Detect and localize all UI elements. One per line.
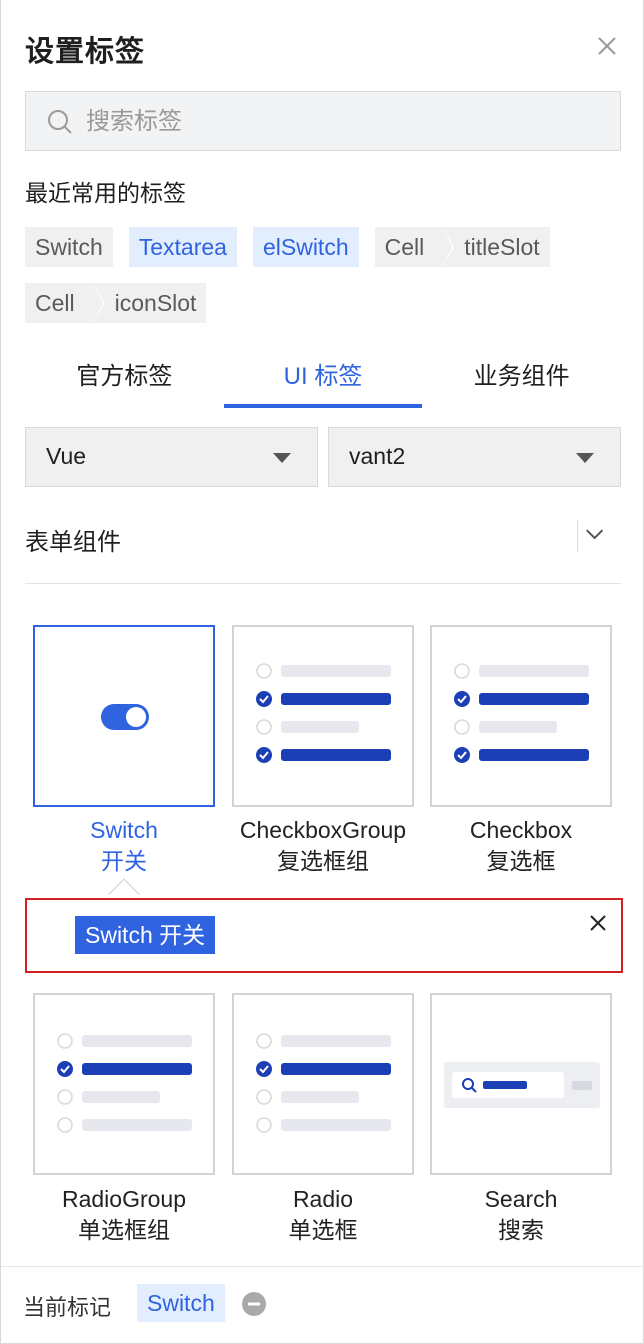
component-caption-search: Search 搜索 — [422, 1184, 620, 1246]
framework-select-value: Vue — [46, 443, 87, 469]
component-card-checkbox[interactable] — [430, 625, 612, 807]
radio-group-icon — [57, 1033, 192, 1133]
tab-official[interactable]: 官方标签 — [25, 352, 224, 408]
search-icon — [48, 110, 72, 134]
recent-tags-row-2: Cell iconSlot — [25, 283, 222, 323]
component-cn-name: 开关 — [101, 848, 147, 874]
recent-tag-cell-iconslot[interactable]: Cell iconSlot — [25, 283, 207, 323]
panel-title: 设置标签 — [25, 36, 146, 68]
component-name: CheckboxGroup — [239, 817, 407, 843]
checkbox-icon — [454, 663, 589, 763]
component-name: RadioGroup — [61, 1186, 187, 1212]
combo-child-label: titleSlot — [442, 227, 550, 267]
recent-tag-textarea[interactable]: Textarea — [128, 227, 237, 267]
component-card-switch[interactable] — [33, 625, 215, 807]
component-card-search[interactable] — [430, 993, 612, 1175]
current-mark-tag[interactable]: Switch — [137, 1284, 225, 1322]
caret-down-icon — [273, 453, 291, 463]
selected-component-detail: Switch 开关 — [25, 898, 623, 973]
component-caption-checkbox: Checkbox 复选框 — [422, 815, 620, 877]
selected-component-chip[interactable]: Switch 开关 — [75, 916, 216, 954]
recent-tags-title: 最近常用的标签 — [25, 180, 186, 206]
component-caption-switch: Switch 开关 — [25, 815, 223, 877]
component-name: Radio — [292, 1186, 354, 1212]
component-caption-radiogroup: RadioGroup 单选框组 — [25, 1184, 223, 1246]
component-cn-name: 单选框 — [288, 1217, 358, 1243]
component-cn-name: 复选框 — [486, 848, 556, 874]
component-caption-checkboxgroup: CheckboxGroup 复选框组 — [224, 815, 422, 877]
close-icon[interactable] — [591, 30, 623, 62]
tab-ui[interactable]: UI 标签 — [223, 352, 423, 408]
tag-settings-panel: 设置标签 最近常用的标签 Switch Textarea elSwitch Ce… — [0, 0, 644, 1344]
tag-category-tabs: 官方标签 UI 标签 业务组件 — [25, 352, 621, 408]
component-name: Checkbox — [469, 817, 573, 843]
section-title: 表单组件 — [25, 529, 121, 556]
recent-tag-elswitch[interactable]: elSwitch — [252, 227, 359, 267]
checkbox-group-icon — [256, 663, 391, 763]
library-select[interactable]: vant2 — [328, 427, 621, 487]
component-caption-radio: Radio 单选框 — [224, 1184, 422, 1246]
component-cn-name: 单选框组 — [78, 1217, 170, 1243]
search-bar-icon — [444, 1062, 600, 1108]
framework-select[interactable]: Vue — [25, 427, 318, 487]
component-name: Switch — [90, 817, 158, 843]
component-cn-name: 复选框组 — [277, 848, 369, 874]
search-input[interactable] — [86, 104, 586, 140]
combo-child-label: iconSlot — [92, 283, 207, 323]
radio-icon — [256, 1033, 391, 1133]
search-box — [25, 91, 621, 151]
switch-toggle-icon — [101, 704, 149, 730]
component-card-checkboxgroup[interactable] — [232, 625, 414, 807]
footer-divider — [1, 1266, 644, 1267]
caret-down-icon — [576, 453, 594, 463]
recent-tags-row-1: Switch Textarea elSwitch Cell titleSlot — [25, 227, 566, 267]
library-select-value: vant2 — [349, 443, 406, 469]
component-name: Search — [484, 1186, 558, 1212]
section-divider — [25, 583, 621, 584]
chevron-down-icon[interactable] — [577, 520, 621, 552]
component-cn-name: 搜索 — [498, 1217, 544, 1243]
recent-tag-cell-titleslot[interactable]: Cell titleSlot — [374, 227, 550, 267]
combo-parent-label: Cell — [374, 227, 452, 267]
combo-parent-label: Cell — [25, 283, 103, 323]
close-icon[interactable] — [587, 912, 609, 934]
component-card-radiogroup[interactable] — [33, 993, 215, 1175]
recent-tag-switch[interactable]: Switch — [25, 227, 113, 267]
component-card-radio[interactable] — [232, 993, 414, 1175]
current-mark-label: 当前标记 — [23, 1295, 112, 1320]
tab-business[interactable]: 业务组件 — [422, 352, 621, 408]
remove-circle-icon[interactable] — [242, 1292, 266, 1316]
